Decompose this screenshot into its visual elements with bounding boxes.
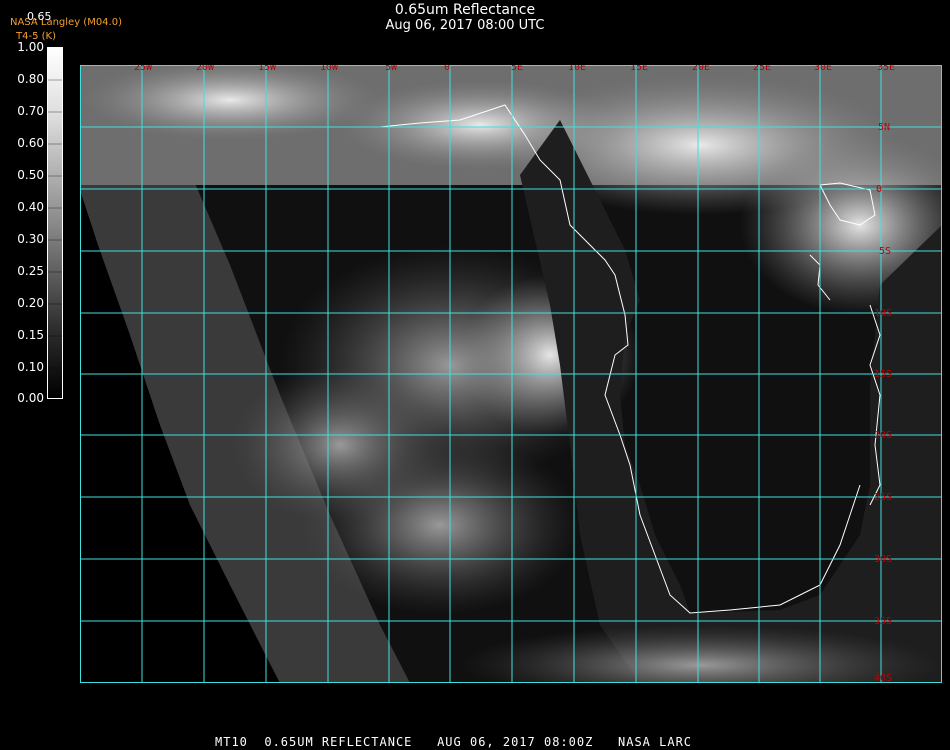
colorbar-tick: 0.25 [17,264,44,278]
lon-label: 20W [196,65,215,73]
lon-label: 10E [568,65,586,73]
lon-label: 35E [877,65,895,73]
satellite-map: 25W 20W 15W 10W 5W 0 5E 10E 15E 20E 25E … [80,65,942,683]
footer-caption: MT10 0.65UM REFLECTANCE AUG 06, 2017 08:… [215,735,693,749]
lon-label: 25E [753,65,771,73]
lon-label: 5E [511,65,523,73]
lon-label: 15W [258,65,277,73]
lat-label: 25S [874,492,892,503]
lon-label: 10W [320,65,339,73]
lat-label: 40S [874,673,892,683]
lon-label: 25W [134,65,153,73]
lon-label: 20E [692,65,710,73]
lat-label: 5N [878,122,890,133]
colorbar [47,47,63,399]
lon-label: 30E [814,65,832,73]
lat-label: 20S [874,430,892,441]
colorbar-tick: 0.70 [17,104,44,118]
colorbar-tick: 0.80 [17,72,44,86]
colorbar-tick: 0.30 [17,232,44,246]
colorbar-tick: 1.00 [17,40,44,54]
lat-label: 10S [874,308,892,319]
colorbar-tick: 0.00 [17,391,44,405]
lat-label: 0 [876,184,882,195]
lon-label: 5W [385,65,398,73]
image-datetime: Aug 06, 2017 08:00 UTC [385,18,545,33]
colorbar-tick: 0.20 [17,296,44,310]
image-title: 0.65um Reflectance [394,2,536,18]
colorbar-top-value: 0.65 [27,10,52,23]
lon-label: 15E [630,65,648,73]
lat-label: 35S [874,616,892,627]
colorbar-tick: 0.40 [17,200,44,214]
lat-label: 5S [879,246,891,257]
lon-label: 0 [444,65,450,73]
lat-label: 30S [874,554,892,565]
colorbar-tick: 0.60 [17,136,44,150]
lat-label: 15S [874,369,892,380]
colorbar-tick: 0.10 [17,360,44,374]
colorbar-tick: 0.15 [17,328,44,342]
colorbar-tick: 0.50 [17,168,44,182]
